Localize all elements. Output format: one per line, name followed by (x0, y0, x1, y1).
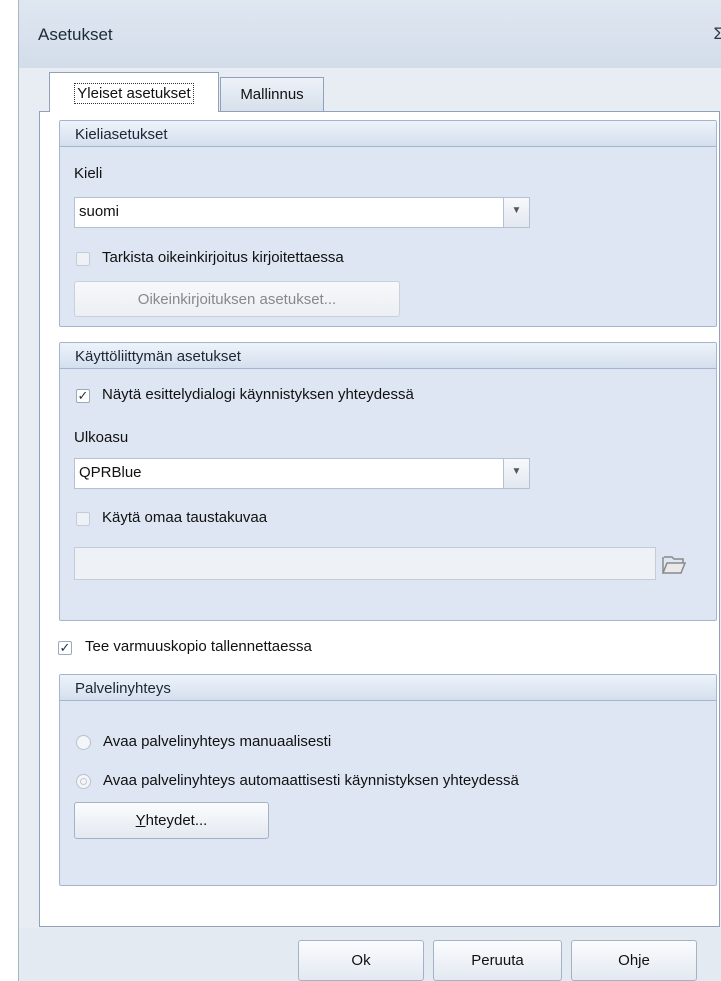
language-value: suomi (79, 203, 120, 220)
group-header: Palvelinyhteys (60, 675, 716, 701)
backup-label: Tee varmuuskopio tallennettaessa (85, 638, 312, 655)
language-label: Kieli (74, 165, 103, 182)
ok-button[interactable]: Ok (298, 940, 424, 981)
spellcheck-label: Tarkista oikeinkirjoitus kirjoitettaessa (102, 249, 344, 266)
auto-connection-radio[interactable] (76, 774, 91, 789)
intro-dialog-checkbox[interactable]: ✓ (76, 389, 90, 403)
folder-open-icon[interactable] (657, 547, 692, 580)
tab-general-settings-label: Yleiset asetukset (74, 83, 194, 104)
language-settings-group: Kieliasetukset Kieli suomi ▼ Tarkista oi… (59, 120, 717, 327)
custom-background-label: Käytä omaa taustakuvaa (102, 509, 268, 526)
skin-value: QPRBlue (79, 464, 142, 481)
connections-button[interactable]: Yhteydet... (74, 802, 269, 839)
tab-modeling-label: Mallinnus (240, 86, 304, 103)
backup-checkbox[interactable]: ✓ (58, 641, 72, 655)
skin-select[interactable]: QPRBlue ▼ (74, 458, 530, 489)
manual-connection-label: Avaa palvelinyhteys manuaalisesti (103, 733, 332, 750)
dialog-footer: Ok Peruuta Ohje (19, 928, 721, 981)
manual-connection-radio[interactable] (76, 735, 91, 750)
group-header: Käyttöliittymän asetukset (60, 343, 716, 369)
tab-modeling[interactable]: Mallinnus (220, 77, 324, 112)
group-header: Kieliasetukset (60, 121, 716, 147)
language-select[interactable]: suomi ▼ (74, 197, 530, 228)
auto-connection-label: Avaa palvelinyhteys automaattisesti käyn… (103, 772, 519, 789)
chevron-down-icon[interactable]: ▼ (503, 459, 529, 488)
tab-general-settings[interactable]: Yleiset asetukset (49, 72, 219, 112)
connections-hotkey: Y (135, 812, 146, 829)
title-bar: Asetukset Σ (19, 0, 721, 68)
ui-settings-group: Käyttöliittymän asetukset ✓ Näytä esitte… (59, 342, 717, 621)
chevron-down-icon[interactable]: ▼ (503, 198, 529, 227)
spellcheck-settings-button[interactable]: Oikeinkirjoituksen asetukset... (74, 281, 400, 317)
spellcheck-checkbox[interactable] (76, 252, 90, 266)
close-icon[interactable]: Σ (713, 24, 721, 44)
background-path-field[interactable] (74, 547, 656, 580)
help-button[interactable]: Ohje (571, 940, 697, 981)
settings-dialog: Asetukset Σ Yleiset asetukset Mallinnus … (18, 0, 721, 981)
custom-background-checkbox[interactable] (76, 512, 90, 526)
cancel-button[interactable]: Peruuta (433, 940, 562, 981)
intro-dialog-label: Näytä esittelydialogi käynnistyksen yhte… (102, 386, 414, 403)
server-connection-group: Palvelinyhteys Avaa palvelinyhteys manua… (59, 674, 717, 886)
window-title: Asetukset (38, 25, 113, 44)
connections-label: hteydet... (145, 812, 208, 829)
tab-panel: Kieliasetukset Kieli suomi ▼ Tarkista oi… (39, 111, 720, 927)
skin-label: Ulkoasu (74, 429, 129, 446)
